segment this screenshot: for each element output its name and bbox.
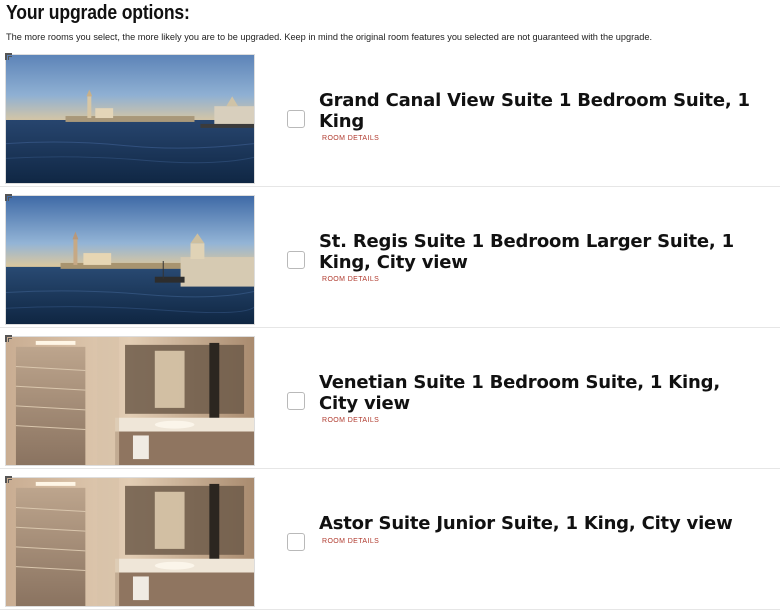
room-option-1: Grand Canal View Suite 1 Bedroom Suite, …	[0, 52, 780, 187]
room-photo-lagoon[interactable]	[5, 195, 255, 325]
room-select-checkbox-4[interactable]	[287, 533, 305, 551]
room-select-checkbox-3[interactable]	[287, 392, 305, 410]
page-subtitle: The more rooms you select, the more like…	[6, 32, 653, 42]
room-details-link-3[interactable]: ROOM DETAILS	[322, 417, 379, 424]
room-name-2: St. Regis Suite 1 Bedroom Larger Suite, …	[319, 231, 734, 273]
corner-tag-icon	[5, 476, 12, 483]
corner-tag-icon	[5, 53, 12, 60]
room-name-1: Grand Canal View Suite 1 Bedroom Suite, …	[319, 90, 750, 132]
room-option-4: Astor Suite Junior Suite, 1 King, City v…	[0, 475, 780, 610]
page-title: Your upgrade options:	[6, 2, 190, 24]
room-name-4: Astor Suite Junior Suite, 1 King, City v…	[319, 513, 733, 534]
room-photo-bathroom[interactable]	[5, 336, 255, 466]
room-photo-canal[interactable]	[5, 54, 255, 184]
room-details-link-2[interactable]: ROOM DETAILS	[322, 276, 379, 283]
room-select-checkbox-2[interactable]	[287, 251, 305, 269]
room-option-3: Venetian Suite 1 Bedroom Suite, 1 King, …	[0, 334, 780, 469]
room-details-link-1[interactable]: ROOM DETAILS	[322, 135, 379, 142]
room-select-checkbox-1[interactable]	[287, 110, 305, 128]
room-option-2: St. Regis Suite 1 Bedroom Larger Suite, …	[0, 193, 780, 328]
corner-tag-icon	[5, 194, 12, 201]
corner-tag-icon	[5, 335, 12, 342]
room-details-link-4[interactable]: ROOM DETAILS	[322, 538, 379, 545]
room-photo-bathroom[interactable]	[5, 477, 255, 607]
room-name-3: Venetian Suite 1 Bedroom Suite, 1 King, …	[319, 372, 720, 414]
